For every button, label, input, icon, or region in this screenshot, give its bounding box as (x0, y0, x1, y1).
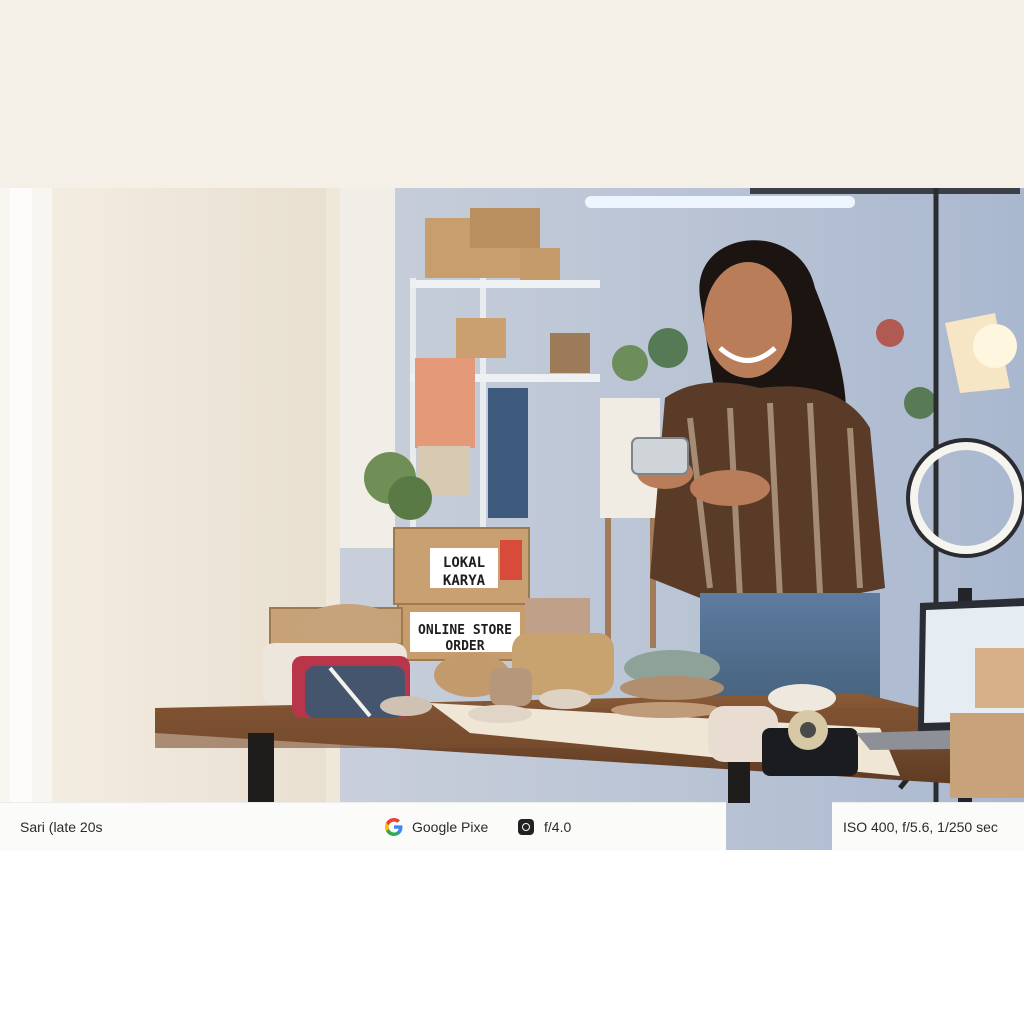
caption-exif: ISO 400, f/5.6, 1/250 sec (843, 819, 998, 835)
box-label-karya: KARYA (443, 573, 486, 589)
caption-bar: Sari (late 20s Google Pixe f/4.0 (0, 802, 726, 851)
top-blank-band (0, 0, 1024, 188)
product-photo: LOKAL KARYA ONLINE STORE ORDER (0, 188, 1024, 850)
google-g-logo-icon (385, 818, 403, 836)
exif-bar: ISO 400, f/5.6, 1/250 sec (832, 802, 1024, 851)
caption-aperture-label: f/4.0 (544, 819, 572, 835)
caption-device-label: Google Pixe (412, 819, 489, 835)
caption-device: Google Pixe (384, 803, 488, 851)
box-label-online-store: ONLINE STORE (418, 623, 512, 638)
box-label-order: ORDER (445, 639, 484, 654)
camera-icon (518, 819, 534, 835)
bottom-blank-band (0, 850, 1024, 1024)
screen: LOKAL KARYA ONLINE STORE ORDER Sari (lat… (0, 0, 1024, 1024)
box-label-lokal: LOKAL (443, 555, 485, 571)
caption-subject: Sari (late 20s (20, 819, 103, 835)
caption-aperture: f/4.0 (518, 803, 571, 851)
photo-illustration: LOKAL KARYA ONLINE STORE ORDER (0, 188, 1024, 850)
